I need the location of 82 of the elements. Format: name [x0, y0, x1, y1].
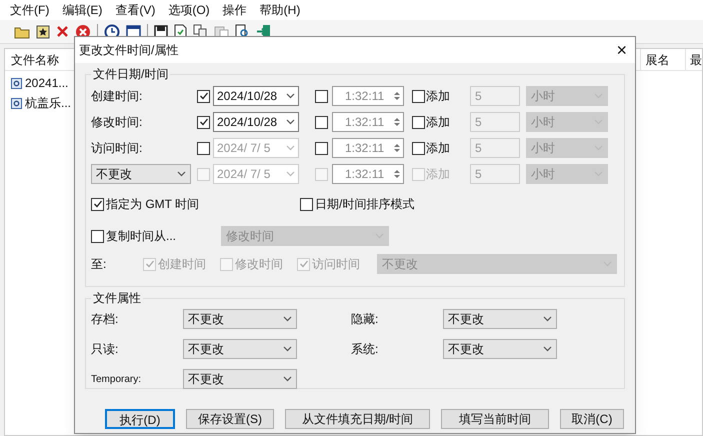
group-title: 文件属性 [92, 290, 142, 307]
group-title: 文件日期/时间 [92, 66, 170, 83]
chevron-down-icon [286, 93, 295, 99]
star-icon[interactable] [36, 24, 50, 38]
menu-item[interactable]: 选项(O) [168, 1, 210, 19]
menu-item[interactable]: 编辑(E) [62, 1, 102, 19]
checkbox-label: 指定为 GMT 时间 [106, 196, 200, 213]
menu-item[interactable]: 查看(V) [115, 1, 156, 19]
chevron-down-icon [286, 119, 295, 125]
checkbox[interactable] [315, 90, 328, 102]
time-field[interactable]: 1:32:11 [332, 138, 404, 158]
dialog-button[interactable]: 取消(C) [560, 409, 624, 429]
dialog-button[interactable]: 从文件填充日期/时间 [285, 409, 430, 429]
menu-item[interactable]: 文件(F) [10, 1, 50, 19]
spin-icon[interactable] [393, 168, 401, 180]
checkbox-label: 添加 [426, 114, 451, 131]
menu-item[interactable]: 帮助(H) [260, 1, 300, 19]
field-label: 创建时间: [91, 88, 144, 105]
checkbox[interactable] [412, 90, 425, 102]
attribute-dropdown[interactable]: 不更改 [183, 369, 297, 389]
checkbox[interactable] [315, 116, 328, 128]
dialog-title: 更改文件时间/属性 [79, 42, 178, 59]
checkbox-label: 添加 [426, 166, 451, 183]
checkbox-label: 创建时间 [158, 256, 207, 273]
checkbox-label: 添加 [426, 140, 451, 157]
checkbox[interactable] [412, 116, 425, 128]
column-header[interactable]: 最 [690, 50, 702, 68]
folder-icon[interactable] [14, 24, 30, 38]
time-field[interactable]: 1:32:11 [332, 86, 404, 106]
checkbox[interactable] [197, 116, 210, 128]
file-name[interactable]: 杭盖乐... [25, 94, 72, 112]
attribute-dropdown[interactable]: 不更改 [443, 309, 557, 329]
chevron-down-icon [543, 346, 552, 352]
date-picker[interactable]: 2024/10/28 [213, 112, 299, 132]
checkbox[interactable] [197, 90, 210, 102]
dialog-button[interactable]: 填写当前时间 [441, 409, 549, 429]
time-field[interactable]: 1:32:11 [332, 112, 404, 132]
chevron-down-icon [283, 376, 292, 382]
checkbox-label: 访问时间 [312, 256, 361, 273]
close-button[interactable]: × [616, 41, 627, 59]
chevron-down-icon [283, 346, 292, 352]
checkbox[interactable] [91, 230, 104, 242]
field-label: 修改时间: [91, 114, 144, 131]
column-header[interactable]: 展名 [645, 50, 670, 68]
spin-icon[interactable] [393, 90, 401, 102]
menu-item[interactable]: 操作 [222, 1, 247, 19]
field-label: 隐藏: [351, 311, 380, 328]
checkbox-label: 复制时间从... [106, 228, 178, 245]
checkbox-label: 修改时间 [235, 256, 284, 273]
checkbox-label: 添加 [426, 88, 451, 105]
attribute-dropdown[interactable]: 不更改 [443, 339, 557, 359]
attribute-dropdown[interactable]: 不更改 [183, 309, 297, 329]
field-label: 只读: [91, 341, 120, 358]
spin-icon[interactable] [393, 116, 401, 128]
checkbox[interactable] [91, 198, 104, 210]
window-icon[interactable] [126, 24, 141, 38]
date-picker[interactable]: 2024/10/28 [213, 86, 299, 106]
close-icon[interactable] [56, 25, 69, 38]
file-icon [11, 98, 22, 108]
checkbox-label: 日期/时间排序模式 [315, 196, 414, 213]
attribute-dropdown[interactable]: 不更改 [183, 339, 297, 359]
field-label: 系统: [351, 341, 380, 358]
field-label: 访问时间: [91, 140, 144, 157]
chevron-down-icon [283, 316, 292, 322]
spin-icon[interactable] [393, 142, 401, 154]
checkbox[interactable] [412, 142, 425, 154]
chevron-down-icon [286, 145, 295, 151]
column-header[interactable]: 文件名称 [11, 50, 59, 68]
chevron-down-icon [543, 316, 552, 322]
chevron-down-icon [177, 171, 186, 177]
file-icon [11, 78, 22, 88]
checkbox[interactable] [197, 142, 210, 154]
field-label: 存档: [91, 311, 120, 328]
checkbox[interactable] [300, 198, 313, 210]
save-icon[interactable] [154, 24, 168, 38]
field-label: Temporary: [91, 372, 142, 386]
dialog-button[interactable]: 执行(D) [105, 409, 175, 429]
dialog-button[interactable]: 保存设置(S) [186, 409, 274, 429]
field-label: 至: [91, 256, 108, 273]
file-name[interactable]: 20241... [25, 74, 68, 92]
chevron-down-icon [286, 171, 295, 177]
checkbox[interactable] [315, 142, 328, 154]
